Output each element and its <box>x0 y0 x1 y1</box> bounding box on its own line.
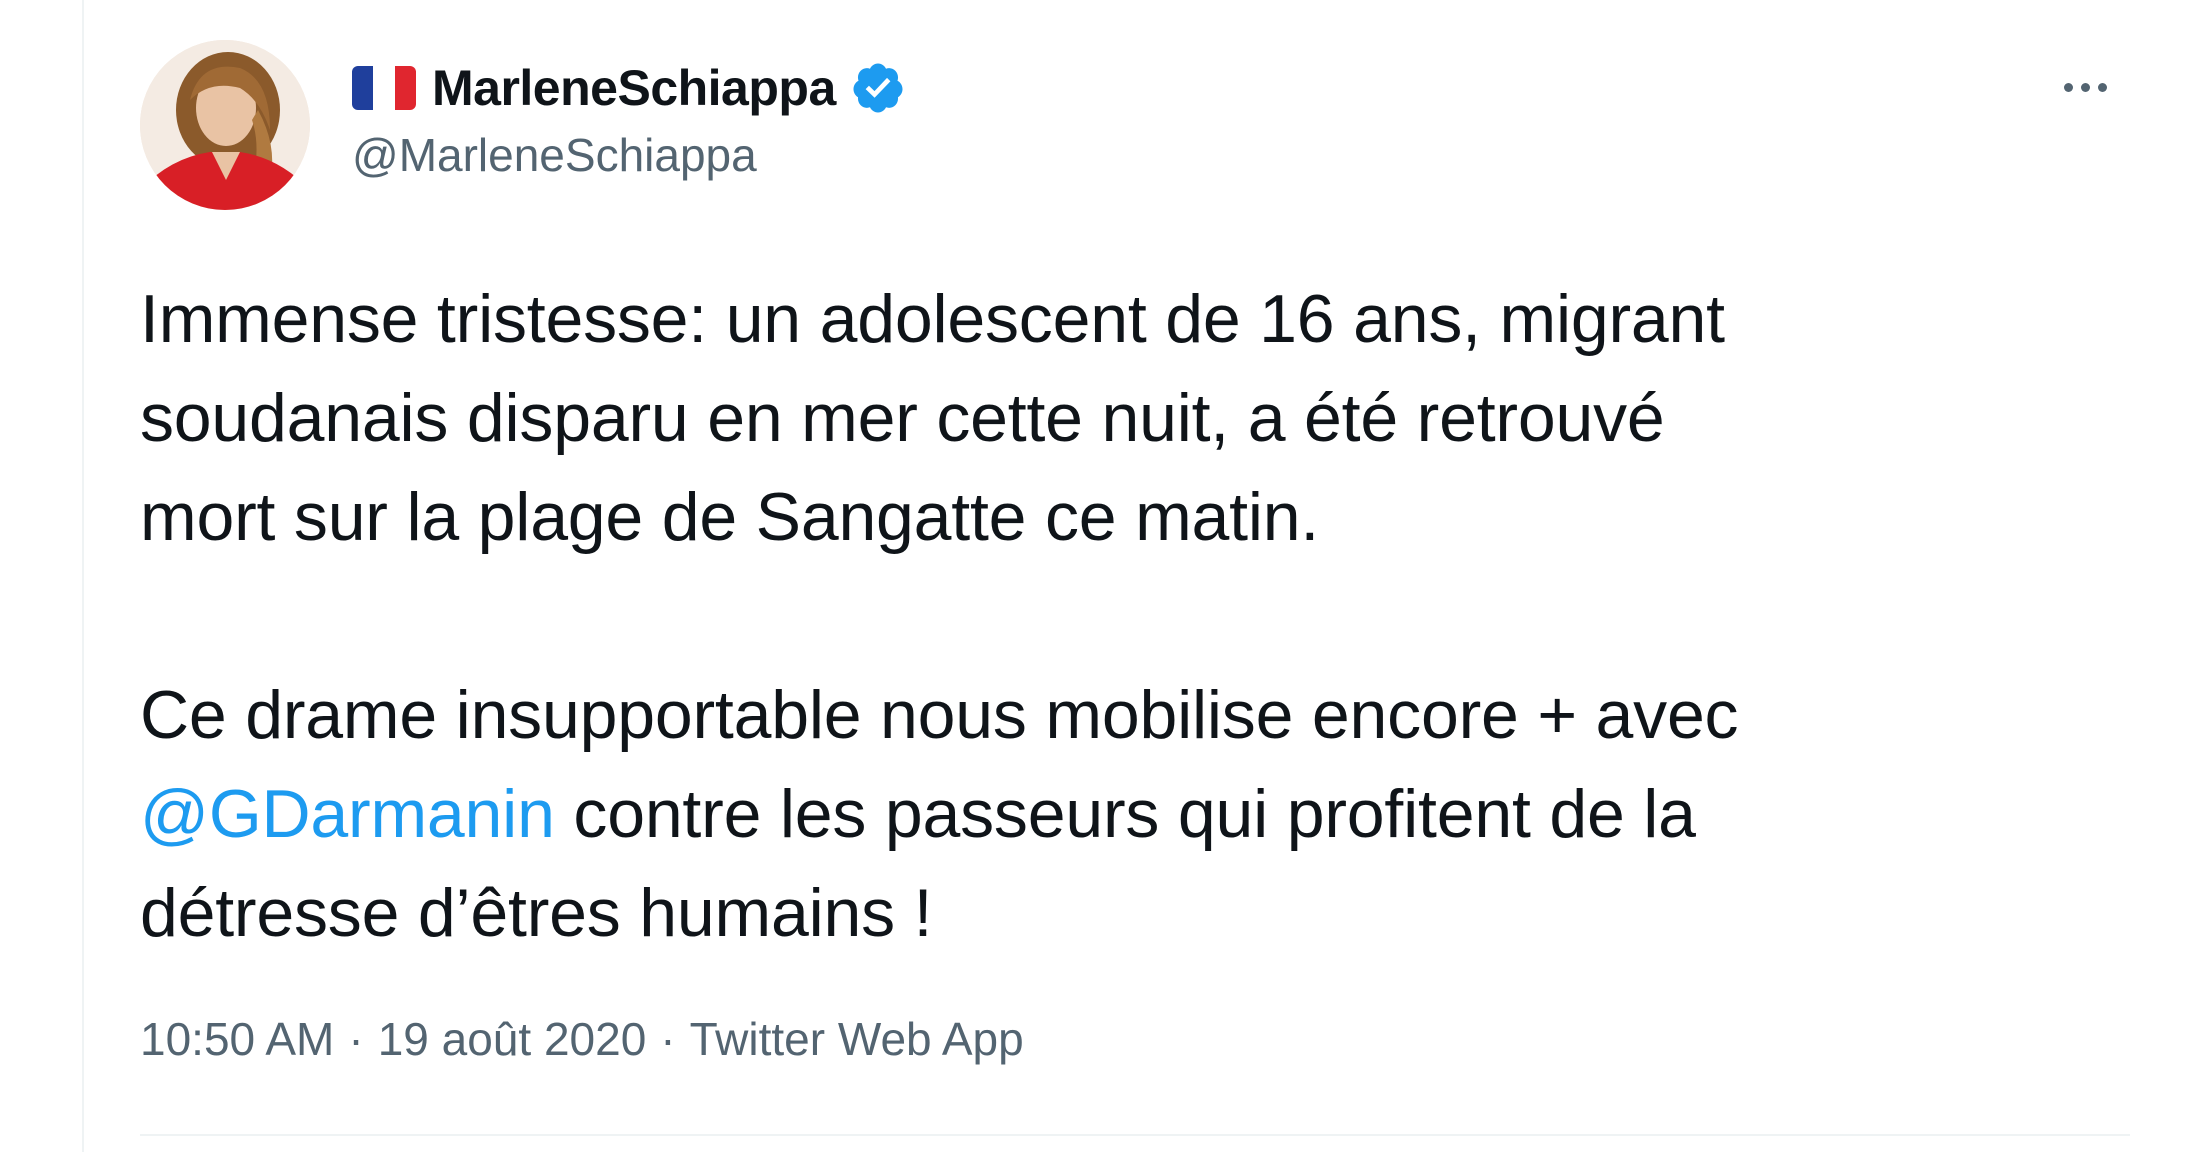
mention-link[interactable]: @GDarmanin <box>140 776 555 852</box>
tweet-line: Immense tristesse: un adolescent de 16 a… <box>140 281 1725 357</box>
tweet-line: mort sur la plage de Sangatte ce matin. <box>140 479 1320 555</box>
tweet-source[interactable]: Twitter Web App <box>690 1012 1024 1066</box>
meta-separator: · <box>660 1013 676 1065</box>
tweet-line: soudanais disparu en mer cette nuit, a é… <box>140 380 1665 456</box>
tweet-page: MarleneSchiappa @MarleneSchiappa Immense… <box>0 0 2200 1152</box>
author-handle[interactable]: @MarleneSchiappa <box>352 128 757 182</box>
tweet-line: Ce drame insupportable nous mobilise enc… <box>140 677 1739 753</box>
author-name-row[interactable]: MarleneSchiappa <box>352 58 906 118</box>
tweet-text: Immense tristesse: un adolescent de 16 a… <box>140 270 2120 963</box>
avatar-photo <box>140 40 310 210</box>
tweet-line: détresse d’êtres humains ! <box>140 875 933 951</box>
more-dot <box>2097 82 2107 92</box>
tweet-line-rest: contre les passeurs qui profitent de la <box>554 776 1696 852</box>
france-flag-icon <box>352 66 416 110</box>
tweet-time[interactable]: 10:50 AM <box>140 1012 334 1066</box>
more-options-icon[interactable] <box>2040 62 2130 112</box>
display-name[interactable]: MarleneSchiappa <box>432 59 836 117</box>
tweet-line: @GDarmanin contre les passeurs qui profi… <box>140 765 2120 864</box>
tweet-date[interactable]: 19 août 2020 <box>378 1012 647 1066</box>
verified-badge-icon <box>850 60 906 116</box>
meta-separator: · <box>348 1013 364 1065</box>
avatar[interactable] <box>140 40 310 210</box>
divider <box>140 1134 2130 1136</box>
tweet-meta: 10:50 AM · 19 août 2020 · Twitter Web Ap… <box>140 1012 1024 1066</box>
more-dot <box>2080 82 2090 92</box>
more-dot <box>2063 82 2073 92</box>
